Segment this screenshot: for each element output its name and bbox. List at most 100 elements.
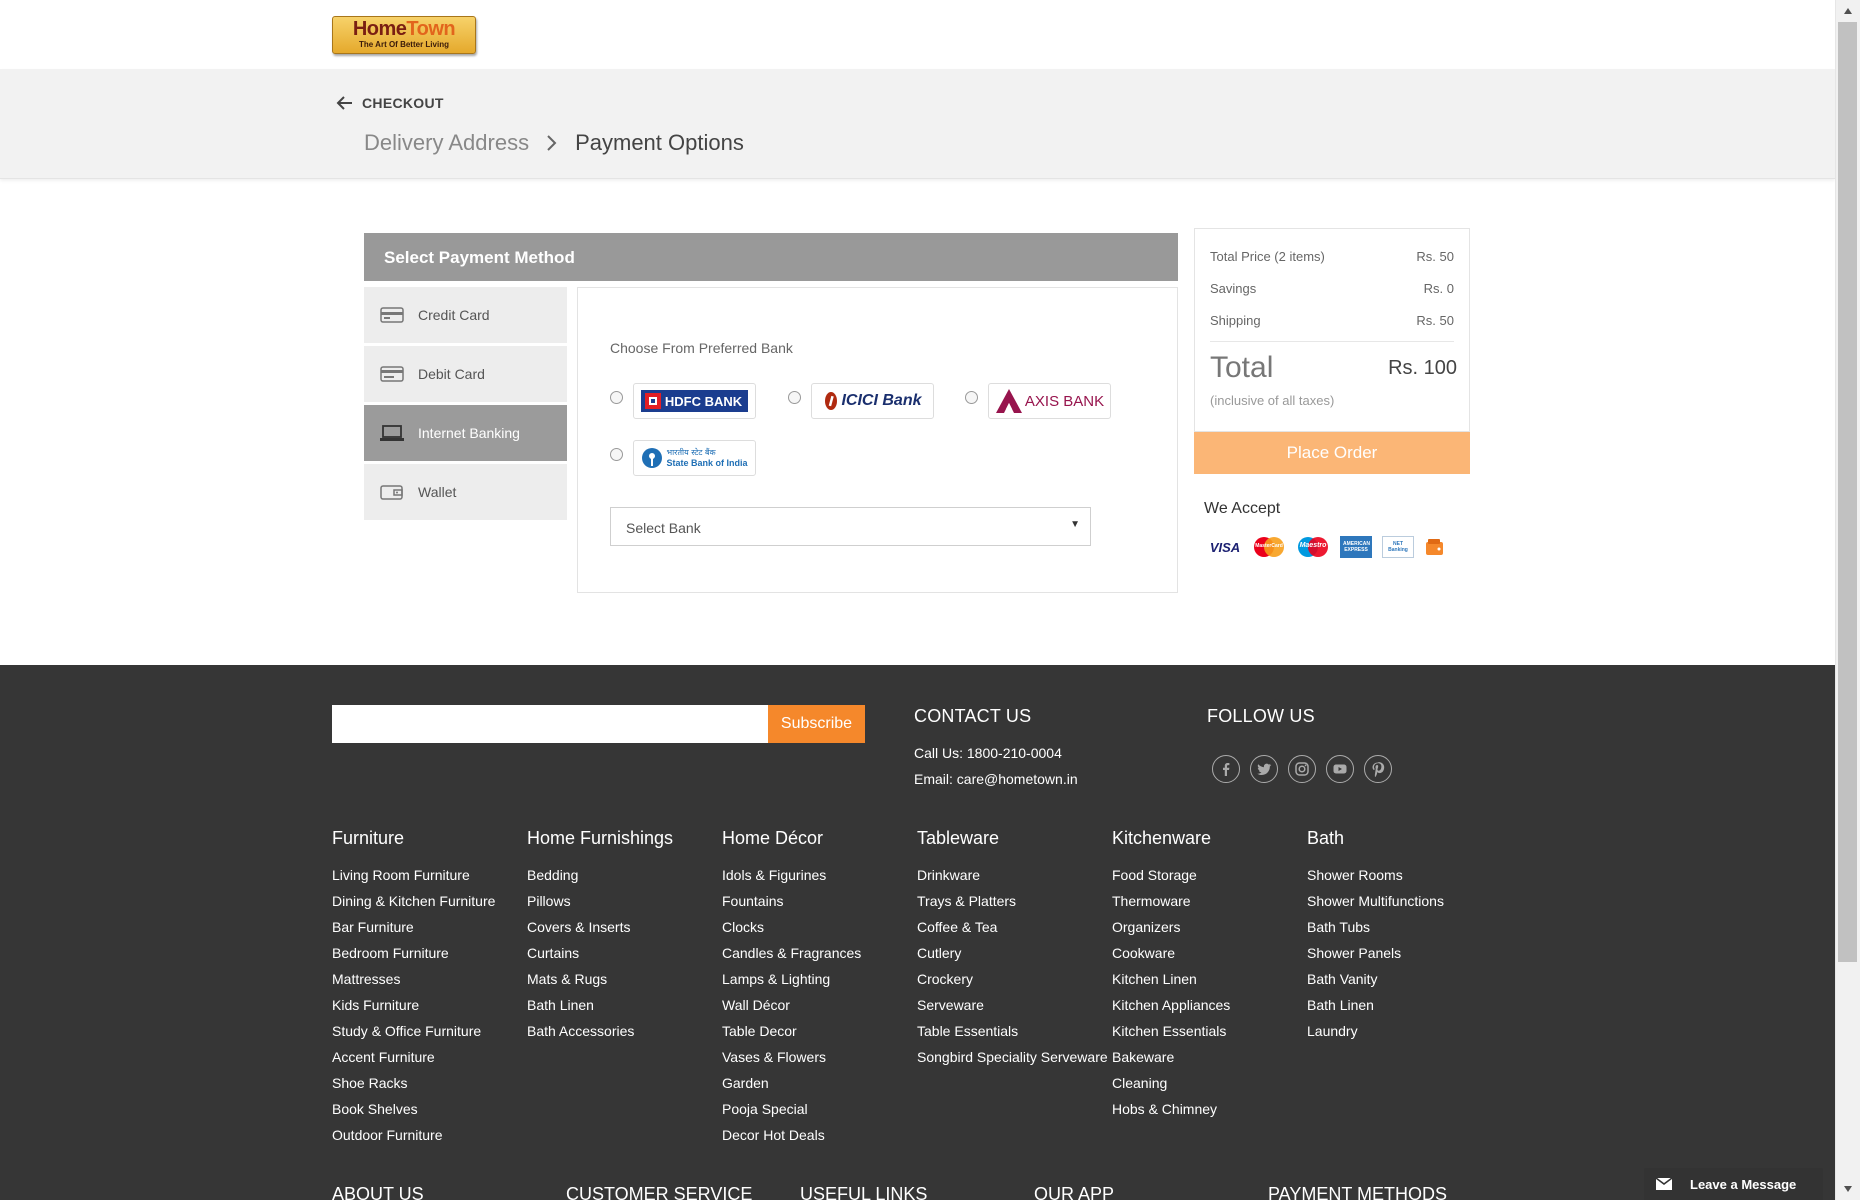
footer-link[interactable]: Wall Décor — [722, 996, 861, 1022]
footer-link[interactable]: Table Essentials — [917, 1022, 1108, 1048]
footer-link[interactable]: Kitchen Linen — [1112, 970, 1230, 996]
select-bank-dropdown[interactable]: Select Bank ▼ — [610, 507, 1091, 546]
facebook-icon[interactable] — [1212, 755, 1240, 783]
footer-link[interactable]: Decor Hot Deals — [722, 1126, 861, 1152]
footer-link[interactable]: Bedding — [527, 866, 673, 892]
footer-link[interactable]: Coffee & Tea — [917, 918, 1108, 944]
footer-link[interactable]: Bath Tubs — [1307, 918, 1444, 944]
customer-service-heading[interactable]: CUSTOMER SERVICE — [566, 1184, 752, 1200]
footer-link[interactable]: Dining & Kitchen Furniture — [332, 892, 495, 918]
footer-link[interactable]: Drinkware — [917, 866, 1108, 892]
footer-link[interactable]: Curtains — [527, 944, 673, 970]
footer-link[interactable]: Laundry — [1307, 1022, 1444, 1048]
footer-link[interactable]: Lamps & Lighting — [722, 970, 861, 996]
method-credit-card[interactable]: Credit Card — [364, 287, 567, 343]
footer-link[interactable]: Pillows — [527, 892, 673, 918]
method-wallet[interactable]: Wallet — [364, 464, 567, 520]
summary-total-price: Total Price (2 items) Rs. 50 — [1210, 249, 1454, 264]
footer-link[interactable]: Trays & Platters — [917, 892, 1108, 918]
bank-axis[interactable]: AXIS BANK — [988, 383, 1111, 419]
footer-link[interactable]: Songbird Speciality Serveware — [917, 1048, 1108, 1074]
footer-col-heading[interactable]: Home Décor — [722, 828, 861, 852]
footer-link[interactable]: Kids Furniture — [332, 996, 495, 1022]
axis-logo-icon — [995, 389, 1022, 413]
checkout-back-button[interactable]: CHECKOUT — [336, 94, 444, 112]
footer-link[interactable]: Hobs & Chimney — [1112, 1100, 1230, 1126]
footer-link[interactable]: Shower Multifunctions — [1307, 892, 1444, 918]
footer-link[interactable]: Cleaning — [1112, 1074, 1230, 1100]
bank-hdfc[interactable]: HDFC BANK — [633, 383, 756, 419]
mastercard-logo: MasterCard — [1252, 536, 1286, 558]
our-app-heading[interactable]: OUR APP — [1034, 1184, 1114, 1200]
footer-link[interactable]: Living Room Furniture — [332, 866, 495, 892]
useful-links-heading[interactable]: USEFUL LINKS — [800, 1184, 927, 1200]
pinterest-icon[interactable] — [1364, 755, 1392, 783]
footer-col-home-decor: Home Décor Idols & Figurines Fountains C… — [722, 828, 861, 1152]
footer-link[interactable]: Clocks — [722, 918, 861, 944]
payment-methods-heading[interactable]: PAYMENT METHODS — [1268, 1184, 1447, 1200]
instagram-icon[interactable] — [1288, 755, 1316, 783]
about-us-heading[interactable]: ABOUT US — [332, 1184, 424, 1200]
twitter-icon[interactable] — [1250, 755, 1278, 783]
bank-sbi[interactable]: भारतीय स्टेट बैंक State Bank of India — [633, 440, 756, 476]
scroll-down-arrow-icon[interactable] — [1835, 1178, 1860, 1200]
footer-link[interactable]: Table Decor — [722, 1022, 861, 1048]
leave-message-button[interactable]: Leave a Message — [1644, 1168, 1823, 1200]
footer-col-heading[interactable]: Furniture — [332, 828, 495, 852]
footer-link[interactable]: Fountains — [722, 892, 861, 918]
footer-link[interactable]: Candles & Fragrances — [722, 944, 861, 970]
method-debit-card[interactable]: Debit Card — [364, 346, 567, 402]
footer-col-heading[interactable]: Kitchenware — [1112, 828, 1230, 852]
footer-link[interactable]: Garden — [722, 1074, 861, 1100]
footer-link[interactable]: Food Storage — [1112, 866, 1230, 892]
method-internet-banking[interactable]: Internet Banking — [364, 405, 567, 461]
footer-link[interactable]: Bath Vanity — [1307, 970, 1444, 996]
footer-col-heading[interactable]: Home Furnishings — [527, 828, 673, 852]
breadcrumb-delivery-address[interactable]: Delivery Address — [364, 130, 529, 156]
youtube-icon[interactable] — [1326, 755, 1354, 783]
footer-link[interactable]: Book Shelves — [332, 1100, 495, 1126]
radio-sbi[interactable] — [610, 448, 623, 461]
footer-link[interactable]: Bath Accessories — [527, 1022, 673, 1048]
footer-col-tableware: Tableware Drinkware Trays & Platters Cof… — [917, 828, 1108, 1074]
footer-col-heading[interactable]: Bath — [1307, 828, 1444, 852]
footer-link[interactable]: Serveware — [917, 996, 1108, 1022]
footer-link[interactable]: Shower Panels — [1307, 944, 1444, 970]
footer-link[interactable]: Outdoor Furniture — [332, 1126, 495, 1152]
footer-link[interactable]: Pooja Special — [722, 1100, 861, 1126]
scrollbar-thumb[interactable] — [1838, 22, 1857, 962]
footer-link[interactable]: Accent Furniture — [332, 1048, 495, 1074]
footer-link[interactable]: Bath Linen — [1307, 996, 1444, 1022]
contact-phone[interactable]: Call Us: 1800-210-0004 — [914, 745, 1062, 761]
footer-link[interactable]: Cookware — [1112, 944, 1230, 970]
footer-link[interactable]: Shower Rooms — [1307, 866, 1444, 892]
newsletter-email-input[interactable] — [332, 705, 768, 743]
footer-link[interactable]: Bar Furniture — [332, 918, 495, 944]
footer-link[interactable]: Bakeware — [1112, 1048, 1230, 1074]
footer-link[interactable]: Study & Office Furniture — [332, 1022, 495, 1048]
footer-link[interactable]: Crockery — [917, 970, 1108, 996]
footer-col-heading[interactable]: Tableware — [917, 828, 1108, 852]
hometown-logo[interactable]: HomeTown The Art Of Better Living — [332, 16, 476, 54]
footer-link[interactable]: Mattresses — [332, 970, 495, 996]
bank-icici[interactable]: ICICI Bank — [811, 383, 934, 419]
radio-hdfc[interactable] — [610, 391, 623, 404]
place-order-button[interactable]: Place Order — [1194, 432, 1470, 474]
scroll-up-arrow-icon[interactable] — [1835, 0, 1860, 22]
radio-axis[interactable] — [965, 391, 978, 404]
footer-link[interactable]: Mats & Rugs — [527, 970, 673, 996]
footer-link[interactable]: Organizers — [1112, 918, 1230, 944]
footer-link[interactable]: Cutlery — [917, 944, 1108, 970]
footer-link[interactable]: Bath Linen — [527, 996, 673, 1022]
footer-link[interactable]: Covers & Inserts — [527, 918, 673, 944]
footer-link[interactable]: Kitchen Essentials — [1112, 1022, 1230, 1048]
footer-link[interactable]: Shoe Racks — [332, 1074, 495, 1100]
footer-link[interactable]: Thermoware — [1112, 892, 1230, 918]
footer-link[interactable]: Vases & Flowers — [722, 1048, 861, 1074]
footer-link[interactable]: Bedroom Furniture — [332, 944, 495, 970]
contact-email[interactable]: Email: care@hometown.in — [914, 771, 1078, 787]
footer-link[interactable]: Idols & Figurines — [722, 866, 861, 892]
subscribe-button[interactable]: Subscribe — [768, 705, 865, 743]
radio-icici[interactable] — [788, 391, 801, 404]
footer-link[interactable]: Kitchen Appliances — [1112, 996, 1230, 1022]
